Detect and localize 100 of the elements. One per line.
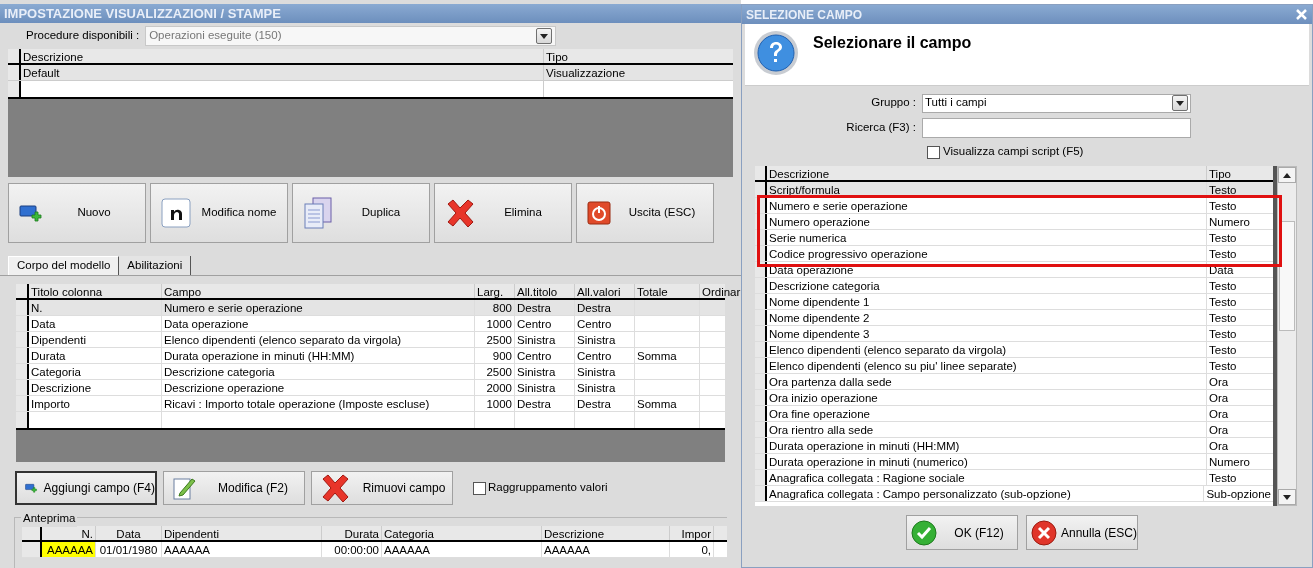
table-row[interactable]: Durata Durata operazione in minuti (HH:MM) 900 Centro Centro Somma: [16, 348, 725, 364]
column-header: All.titolo: [515, 284, 575, 298]
checkbox[interactable]: [927, 145, 940, 159]
table-cell: Ricavi : Importo totale operazione (Imposte escluse): [162, 396, 475, 411]
table-cell: Centro: [515, 348, 575, 363]
row-indicator: [755, 486, 767, 501]
table-row[interactable]: Nome dipendente 3 Testo: [755, 326, 1273, 342]
table-cell: Numero e serie operazione: [162, 300, 475, 315]
toolbar-button[interactable]: Uscita (ESC): [576, 183, 714, 243]
row-indicator: [16, 364, 29, 379]
close-icon[interactable]: [1295, 8, 1308, 21]
table-row[interactable]: Ora inizio operazione Ora: [755, 390, 1273, 406]
table-row[interactable]: Descrizione categoria Testo: [755, 278, 1273, 294]
table-row[interactable]: Serie numerica Testo: [755, 230, 1273, 246]
table-cell: Nome dipendente 2: [767, 310, 1207, 325]
table-cell: Descrizione categoria: [162, 364, 475, 379]
table-cell: Sinistra: [575, 332, 635, 347]
table-row[interactable]: Descrizione Descrizione operazione 2000 Sinistra Sinistra: [16, 380, 725, 396]
table-cell: Dipendenti: [29, 332, 162, 347]
tab[interactable]: Corpo del modello: [8, 256, 120, 275]
action-button[interactable]: Rimuovi campo: [311, 471, 453, 505]
table-cell: Destra: [515, 396, 575, 411]
table-row[interactable]: Default Visualizzazione: [8, 65, 733, 81]
question-icon: [753, 30, 799, 76]
table-row[interactable]: Data Data operazione 1000 Centro Centro: [16, 316, 725, 332]
table-row[interactable]: Durata operazione in minuti (HH:MM) Ora: [755, 438, 1273, 454]
action-button[interactable]: Aggiungi campo (F4): [15, 471, 157, 505]
table-row[interactable]: Anagrafica collegata : Ragione sociale Testo: [755, 470, 1273, 486]
table-row[interactable]: Nome dipendente 2 Testo: [755, 310, 1273, 326]
table-row[interactable]: Ora rientro alla sede Ora: [755, 422, 1273, 438]
toolbar-button[interactable]: Nuovo: [8, 183, 146, 243]
toolbar-button[interactable]: Modifica nome: [150, 183, 288, 243]
scroll-down-icon[interactable]: [1278, 489, 1296, 505]
table-row[interactable]: Dipendenti Elenco dipendenti (elenco separato da virgola) 2500 Sinistra Sinistra: [16, 332, 725, 348]
column-header: Tipo: [545, 50, 569, 63]
table-row[interactable]: Categoria Descrizione categoria 2500 Sinistra Sinistra: [16, 364, 725, 380]
table-cell: Anagrafica collegata : Ragione sociale: [767, 470, 1207, 485]
dialog-heading: Selezionare il campo: [813, 33, 972, 53]
table-row[interactable]: Anagrafica collegata : Campo personalizzato (sub-opzione) Sub-opzione: [755, 486, 1273, 502]
cancel-icon: [1031, 519, 1057, 546]
table-row[interactable]: Nome dipendente 1 Testo: [755, 294, 1273, 310]
table-row[interactable]: Elenco dipendenti (elenco separato da virgola) Testo: [755, 342, 1273, 358]
checkbox-label: Raggruppamento valori: [488, 480, 608, 496]
table-cell: 2500: [475, 364, 515, 379]
table-cell: Ora inizio operazione: [767, 390, 1207, 405]
table-cell: 900: [475, 348, 515, 363]
table-cell: Codice progressivo operazione: [767, 246, 1207, 261]
table-cell: Centro: [575, 348, 635, 363]
table-cell: Descrizione operazione: [162, 380, 475, 395]
table-row[interactable]: Numero operazione Numero: [755, 214, 1273, 230]
table-cell: Sinistra: [515, 380, 575, 395]
scroll-thumb[interactable]: [1279, 221, 1295, 331]
table-row[interactable]: Numero e serie operazione Testo: [755, 198, 1273, 214]
table-cell-text: Ora: [1208, 439, 1230, 453]
row-indicator: [755, 470, 767, 485]
row-indicator: [16, 332, 29, 347]
column-header: All.valori: [575, 284, 635, 298]
table-row[interactable]: Ora partenza dalla sede Ora: [755, 374, 1273, 390]
table-row[interactable]: Ora fine operazione Ora: [755, 406, 1273, 422]
scrollbar[interactable]: [1277, 166, 1297, 506]
table-cell-text: Testo: [1208, 343, 1238, 357]
table-row[interactable]: Codice progressivo operazione Testo: [755, 246, 1273, 262]
table-cell: AAAAAA: [42, 542, 96, 557]
table-row[interactable]: N. Numero e serie operazione 800 Destra Destra: [16, 300, 725, 316]
dialog-button[interactable]: OK (F12): [906, 515, 1018, 550]
table-cell-text: Testo: [1208, 231, 1238, 245]
checkbox-label: Visualizza campi script (F5): [943, 144, 1084, 160]
table-cell: Elenco dipendenti (elenco separato da virgola): [162, 332, 475, 347]
scroll-up-icon[interactable]: [1278, 167, 1296, 183]
table-cell-text: Testo: [1208, 471, 1238, 485]
procedure-dropdown[interactable]: Operazioni eseguite (150): [145, 26, 557, 46]
action-button[interactable]: Modifica (F2): [163, 471, 305, 505]
column-header: Durata: [322, 526, 382, 540]
table-cell-text: Testo: [1208, 311, 1238, 325]
row-indicator: [755, 390, 767, 405]
table-cell: Nome dipendente 3: [767, 326, 1207, 341]
row-indicator: [16, 348, 29, 363]
tab[interactable]: Abilitazioni: [119, 256, 192, 275]
documents-icon: [303, 196, 333, 230]
dialog-button[interactable]: Annulla (ESC): [1026, 515, 1138, 550]
table-cell: Durata operazione in minuti (HH:MM): [767, 438, 1207, 453]
table-row[interactable]: Durata operazione in minuti (numerico) Numero: [755, 454, 1273, 470]
table-cell-text: Testo: [1208, 199, 1238, 213]
table-cell: 2000: [475, 380, 515, 395]
table-cell: 800: [475, 300, 515, 315]
table-cell: Destra: [515, 300, 575, 315]
table-row[interactable]: Importo Ricavi : Importo totale operazione (Imposte escluse) 1000 Destra Destra Somma: [16, 396, 725, 412]
table-cell: 1000: [475, 316, 515, 331]
column-header: Tipo: [1208, 167, 1232, 180]
toolbar-button[interactable]: Duplica: [292, 183, 430, 243]
toolbar-button[interactable]: Elimina: [434, 183, 572, 243]
table-cell: Durata: [29, 348, 162, 363]
table-row[interactable]: Elenco dipendenti (elenco su piu' linee separate) Testo: [755, 358, 1273, 374]
checkbox[interactable]: [473, 481, 486, 495]
column-header: Campo: [162, 284, 475, 298]
column-header: N.: [42, 526, 96, 540]
table-cell-text: Testo: [1208, 295, 1238, 309]
group-dropdown[interactable]: Tutti i campi: [922, 93, 1191, 113]
search-field[interactable]: [922, 118, 1191, 138]
column-header: Descrizione: [542, 526, 670, 540]
